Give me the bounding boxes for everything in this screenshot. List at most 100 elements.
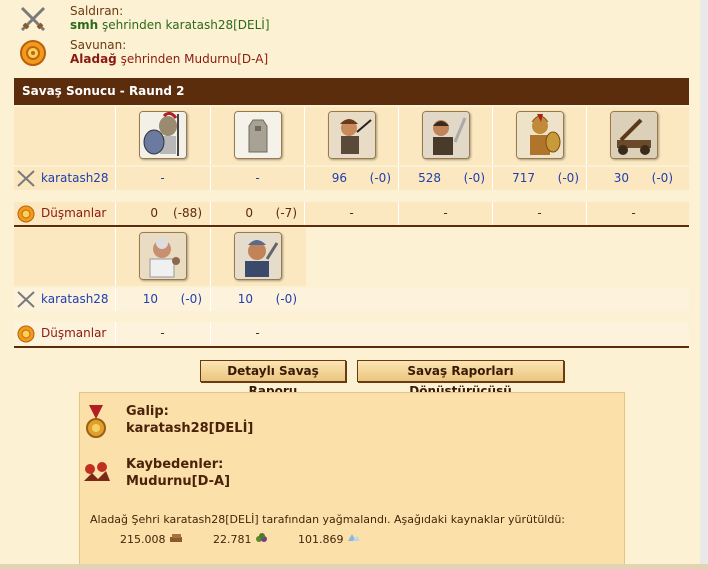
loser-label: Kaybedenler: (126, 457, 224, 472)
unit-cell (115, 228, 208, 286)
enemy-losses-row: Düşmanlar 0 (-88) 0 (-7) - - - - (14, 202, 689, 225)
value-empty: - (443, 206, 448, 220)
crossed-swords-icon (17, 170, 35, 187)
enemy-losses-row: Düşmanlar - - (14, 322, 689, 345)
defeated-icon (84, 462, 110, 481)
unit-value: - (115, 167, 208, 190)
value-empty: - (160, 171, 165, 185)
report-converter-button[interactable]: Savaş Raporları Dönüştürücüsü (357, 360, 564, 398)
unit-value: 10 (-0) (115, 288, 208, 311)
defender-section: Savunan: Aladağ şehrinden Mudurnu[D-A] (18, 38, 658, 70)
unit-count: 10 (142, 292, 158, 306)
unit-loss: (-0) (275, 292, 297, 306)
unit-value: 717 (-0) (492, 167, 585, 190)
value-empty: - (631, 206, 636, 220)
battle-grid: karatash28 - - 96 (-0) 528 (-0) 717 (-0) 30… (14, 105, 689, 348)
row-label: karatash28 (14, 167, 115, 190)
spartan-icon (516, 111, 564, 159)
unit-loss: (-0) (369, 171, 391, 185)
shield-icon (20, 40, 46, 66)
shield-icon (17, 205, 35, 223)
player-name-link[interactable]: karatash28 (41, 167, 109, 190)
battle-report-page: Saldıran: smh şehrinden karatash28[DELİ]… (0, 0, 701, 569)
unit-value: 10 (-0) (210, 288, 303, 311)
defender-player[interactable]: Aladağ (70, 52, 117, 66)
crossed-swords-icon (17, 291, 35, 308)
pillage-text: Aladağ Şehri karatash28[DELİ] tarafından… (90, 513, 566, 526)
taskbar-strip (0, 564, 708, 569)
unit-value: 96 (-0) (304, 167, 397, 190)
crossed-swords-icon (20, 6, 46, 32)
battle-summary: Galip: karatash28[DELİ] Kaybedenler: Mud… (79, 392, 625, 569)
resource-crystal: 101.869 (298, 533, 361, 546)
resource-wine: 22.781 (213, 533, 269, 546)
unit-count: 0 (245, 206, 253, 220)
unit-cell (115, 107, 208, 165)
doctor-icon (139, 232, 187, 280)
defender-city: şehrinden Mudurnu[D-A] (116, 52, 269, 66)
attacker-section: Saldıran: smh şehrinden karatash28[DELİ] (18, 4, 658, 36)
hoplite-icon (139, 111, 187, 159)
medal-icon (86, 405, 106, 438)
unit-icons-row (14, 107, 689, 165)
unit-count: 717 (512, 171, 535, 185)
unit-count: 96 (331, 171, 347, 185)
unit-value: - (210, 167, 303, 190)
crystal-icon (348, 534, 360, 541)
unit-value: - (398, 202, 491, 225)
unit-cell (210, 228, 303, 286)
section-title: Savaş Sonucu - Raund 2 (14, 78, 689, 105)
unit-value: 30 (-0) (586, 167, 679, 190)
value-empty: - (349, 206, 354, 220)
unit-count: 528 (418, 171, 441, 185)
unit-count: 0 (150, 206, 158, 220)
shield-icon (17, 325, 35, 343)
scrollbar-track[interactable] (700, 0, 708, 569)
unit-value: - (115, 322, 208, 345)
unit-cell (398, 107, 491, 165)
unit-cell (210, 107, 303, 165)
row-label: karatash28 (14, 288, 115, 311)
enemy-label: Düşmanlar (41, 326, 107, 340)
attacker-value: smh şehrinden karatash28[DELİ] (70, 18, 270, 32)
unit-value: - (586, 202, 679, 225)
unit-value: - (492, 202, 585, 225)
detailed-report-button[interactable]: Detaylı Savaş Raporu (200, 360, 346, 398)
player-losses-row: karatash28 - - 96 (-0) 528 (-0) 717 (-0) 30… (14, 167, 689, 190)
wall-icon (234, 111, 282, 159)
resource-value: 101.869 (298, 533, 344, 546)
wine-icon (256, 533, 267, 542)
catapult-icon (610, 111, 658, 159)
winner-name: karatash28[DELİ] (126, 421, 254, 436)
attacker-player[interactable]: smh (70, 18, 98, 32)
value-empty: - (537, 206, 542, 220)
value-empty: - (160, 326, 165, 340)
unit-loss: (-0) (463, 171, 485, 185)
value-empty: - (255, 171, 260, 185)
slinger-icon (328, 111, 376, 159)
winner-label: Galip: (126, 404, 169, 419)
unit-value: - (304, 202, 397, 225)
value-empty: - (255, 326, 260, 340)
unit-loss: (-7) (275, 206, 297, 220)
row-label: Düşmanlar (14, 322, 115, 345)
unit-value: 0 (-7) (210, 202, 303, 225)
loser-name: Mudurnu[D-A] (126, 474, 231, 489)
unit-icons-row (14, 228, 306, 286)
resource-value: 22.781 (213, 533, 252, 546)
row-label: Düşmanlar (14, 202, 115, 225)
wood-icon (170, 534, 182, 542)
enemy-label: Düşmanlar (41, 206, 107, 220)
player-name-link[interactable]: karatash28 (41, 288, 109, 311)
resource-wood: 215.008 (120, 533, 183, 546)
attacker-city: şehrinden karatash28[DELİ] (98, 18, 270, 32)
unit-value: 0 (-88) (115, 202, 208, 225)
unit-count: 30 (613, 171, 629, 185)
unit-loss: (-0) (557, 171, 579, 185)
unit-value: - (210, 322, 303, 345)
unit-cell (586, 107, 679, 165)
defender-value: Aladağ şehrinden Mudurnu[D-A] (70, 52, 268, 66)
player-losses-row: karatash28 10 (-0) 10 (-0) (14, 288, 689, 311)
defender-label: Savunan: (70, 38, 127, 52)
unit-loss: (-0) (651, 171, 673, 185)
